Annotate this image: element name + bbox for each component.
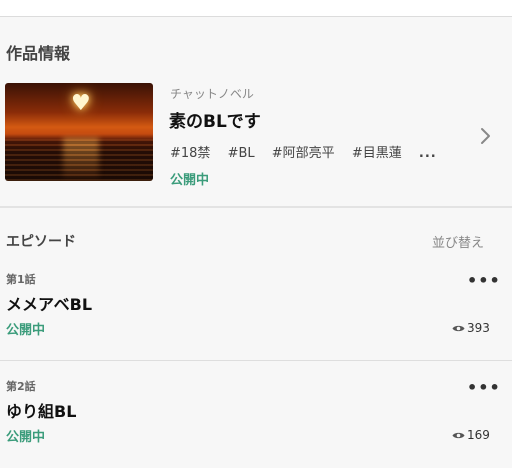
view-count: 393 (452, 321, 490, 335)
top-bar (0, 0, 512, 17)
episode-status: 公開中 (6, 323, 46, 338)
episode-title[interactable]: ゆり組BL (6, 398, 76, 422)
episode-number: 第2話 (6, 380, 36, 393)
tag[interactable]: #18禁 (170, 146, 210, 161)
thumbnail-reflection (5, 139, 153, 181)
heart-sun-icon: ♥ (71, 91, 91, 116)
chevron-right-icon[interactable] (476, 126, 496, 146)
eye-icon (452, 325, 465, 332)
more-icon[interactable]: ••• (467, 271, 501, 290)
episode-title[interactable]: メメアベBL (6, 291, 92, 315)
section-divider (0, 206, 512, 208)
episode-item[interactable]: 第1話 メメアベBL 公開中 ••• 393 (0, 271, 512, 361)
episodes-heading: エピソード (6, 234, 76, 250)
episode-number: 第1話 (6, 273, 36, 286)
tag[interactable]: #阿部亮平 (272, 146, 335, 161)
work-card[interactable]: ♥ チャットノベル 素のBLです #18禁 #BL #阿部亮平 #目黒蓮 ...… (0, 70, 512, 206)
more-icon[interactable]: ••• (467, 378, 501, 397)
view-count: 169 (452, 428, 490, 442)
work-genre: チャットノベル (170, 87, 254, 101)
eye-icon (452, 432, 465, 439)
work-title[interactable]: 素のBLです (169, 107, 261, 132)
tags-more: ... (418, 146, 437, 161)
tag[interactable]: #目黒蓮 (352, 146, 402, 161)
tag[interactable]: #BL (228, 146, 255, 161)
view-count-value: 169 (467, 428, 490, 442)
episode-divider (0, 360, 512, 361)
work-tags: #18禁 #BL #阿部亮平 #目黒蓮 ... (170, 142, 437, 161)
section-title: 作品情報 (6, 44, 71, 63)
episode-item[interactable]: 第2話 ゆり組BL 公開中 ••• 169 (0, 378, 512, 468)
work-thumbnail[interactable]: ♥ (5, 83, 153, 181)
sort-button[interactable]: 並び替え (432, 232, 484, 251)
work-status: 公開中 (170, 173, 210, 188)
episode-status: 公開中 (6, 430, 46, 445)
view-count-value: 393 (467, 321, 490, 335)
